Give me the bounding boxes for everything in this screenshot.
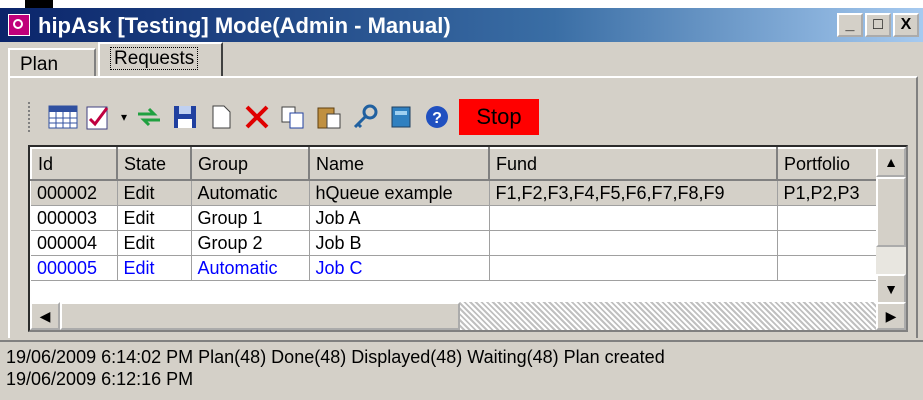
copy-icon[interactable]: [275, 101, 311, 133]
key-icon[interactable]: [347, 101, 383, 133]
scroll-right-button[interactable]: ▶: [876, 302, 906, 330]
title-bar[interactable]: hipAsk [Testing] Mode(Admin - Manual) _ …: [0, 8, 923, 42]
toolbar: ▾ ? Stop: [28, 98, 539, 136]
window-controls: _ □ X: [837, 13, 919, 37]
cell-group[interactable]: Automatic: [191, 180, 310, 206]
cell-name[interactable]: Job A: [309, 205, 490, 231]
triangle-up-icon: ▲: [884, 154, 898, 170]
top-strip: [0, 0, 923, 8]
cell-group[interactable]: Group 1: [191, 205, 310, 231]
paste-icon[interactable]: [311, 101, 347, 133]
calendar-grid-icon[interactable]: [45, 101, 81, 133]
table-row[interactable]: 000004 Edit Group 2 Job B: [31, 230, 882, 256]
column-header-name[interactable]: Name: [308, 147, 490, 181]
triangle-right-icon: ▶: [885, 307, 897, 324]
save-disk-icon[interactable]: [167, 101, 203, 133]
book-icon[interactable]: [383, 101, 419, 133]
vertical-scrollbar[interactable]: ▲ ▼: [876, 147, 906, 304]
cell-state[interactable]: Edit: [117, 205, 192, 231]
tab-requests[interactable]: Requests: [98, 42, 223, 78]
horizontal-scrollbar[interactable]: ◀ ▶: [30, 302, 906, 330]
status-line-1: 19/06/2009 6:14:02 PM Plan(48) Done(48) …: [6, 347, 665, 367]
cell-id[interactable]: 000005: [31, 255, 118, 281]
window-title: hipAsk [Testing] Mode(Admin - Manual): [38, 13, 451, 38]
svg-text:?: ?: [432, 110, 442, 127]
cell-portfolio[interactable]: [777, 205, 882, 231]
cell-fund[interactable]: [489, 255, 778, 281]
cell-portfolio[interactable]: [777, 230, 882, 256]
cell-state[interactable]: Edit: [117, 255, 192, 281]
column-header-portfolio[interactable]: Portfolio: [776, 147, 882, 181]
maximize-button[interactable]: □: [865, 13, 891, 37]
column-header-fund[interactable]: Fund: [488, 147, 778, 181]
cell-name[interactable]: Job B: [309, 230, 490, 256]
table-row[interactable]: 000002 Edit Automatic hQueue example F1,…: [31, 180, 882, 206]
cell-group[interactable]: Automatic: [191, 255, 310, 281]
help-icon[interactable]: ?: [419, 101, 455, 133]
column-header-id[interactable]: Id: [30, 147, 118, 181]
cell-id[interactable]: 000004: [31, 230, 118, 256]
scroll-down-button[interactable]: ▼: [876, 274, 906, 304]
delete-x-icon[interactable]: [239, 101, 275, 133]
close-button[interactable]: X: [893, 13, 919, 37]
cell-name[interactable]: Job C: [309, 255, 490, 281]
triangle-left-icon: ◀: [39, 307, 51, 324]
column-header-group[interactable]: Group: [190, 147, 310, 181]
checklist-icon[interactable]: [81, 101, 117, 133]
dropdown-arrow-icon[interactable]: ▾: [117, 101, 131, 133]
toolbar-grip[interactable]: [28, 102, 35, 132]
cell-fund[interactable]: F1,F2,F3,F4,F5,F6,F7,F8,F9: [489, 180, 778, 206]
horizontal-scroll-thumb[interactable]: [60, 302, 460, 330]
cell-group[interactable]: Group 2: [191, 230, 310, 256]
app-icon[interactable]: [8, 14, 30, 36]
stop-button[interactable]: Stop: [459, 99, 539, 135]
minimize-button[interactable]: _: [837, 13, 863, 37]
scroll-up-button[interactable]: ▲: [876, 147, 906, 177]
status-bar: 19/06/2009 6:14:02 PM Plan(48) Done(48) …: [0, 340, 923, 392]
requests-grid: Id State Group Name Fund Portfolio 00000…: [28, 145, 908, 332]
cell-fund[interactable]: [489, 205, 778, 231]
table-row[interactable]: 000005 Edit Automatic Job C: [31, 255, 882, 281]
cell-portfolio[interactable]: P1,P2,P3: [777, 180, 882, 206]
cell-fund[interactable]: [489, 230, 778, 256]
tab-requests-label: Requests: [110, 47, 199, 70]
column-header-state[interactable]: State: [116, 147, 192, 181]
vertical-scroll-thumb[interactable]: [876, 177, 906, 247]
scroll-left-button[interactable]: ◀: [30, 302, 60, 330]
status-line-2: 19/06/2009 6:12:16 PM: [6, 369, 194, 389]
cell-portfolio[interactable]: [777, 255, 882, 281]
tab-plan[interactable]: Plan: [8, 48, 96, 76]
new-document-icon[interactable]: [203, 101, 239, 133]
requests-table: Id State Group Name Fund Portfolio 00000…: [30, 147, 882, 281]
cell-id[interactable]: 000003: [31, 205, 118, 231]
triangle-down-icon: ▼: [884, 281, 898, 297]
top-strip-mark: [25, 0, 53, 8]
table-row[interactable]: 000003 Edit Group 1 Job A: [31, 205, 882, 231]
header-row: Id State Group Name Fund Portfolio: [30, 147, 882, 181]
cell-id[interactable]: 000002: [31, 180, 118, 206]
cell-state[interactable]: Edit: [117, 180, 192, 206]
cell-state[interactable]: Edit: [117, 230, 192, 256]
refresh-arrows-icon[interactable]: [131, 101, 167, 133]
cell-name[interactable]: hQueue example: [309, 180, 490, 206]
